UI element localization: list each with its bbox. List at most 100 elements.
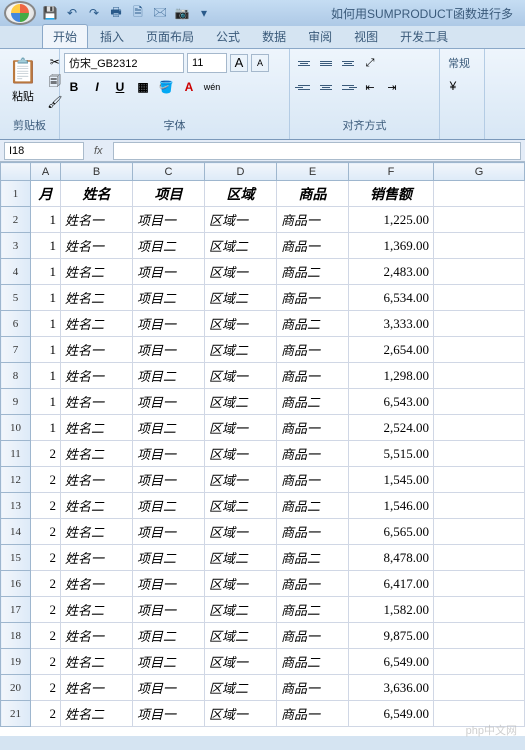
cell[interactable]: 项目一 <box>133 207 205 233</box>
decrease-indent-icon[interactable]: ⇤ <box>360 77 380 97</box>
cell[interactable]: 商品二 <box>277 389 349 415</box>
row-header[interactable]: 15 <box>1 545 31 571</box>
cell[interactable] <box>434 285 525 311</box>
column-header-F[interactable]: F <box>349 163 434 181</box>
cell[interactable]: 2 <box>31 649 61 675</box>
cell[interactable]: 区域一 <box>205 467 277 493</box>
align-right-icon[interactable] <box>338 77 358 97</box>
cell[interactable]: 2,483.00 <box>349 259 434 285</box>
cell[interactable]: 姓名一 <box>61 389 133 415</box>
cell[interactable]: 姓名二 <box>61 519 133 545</box>
undo-icon[interactable]: ↶ <box>64 5 80 21</box>
row-header[interactable]: 19 <box>1 649 31 675</box>
cell[interactable]: 姓名一 <box>61 571 133 597</box>
cell[interactable]: 1 <box>31 389 61 415</box>
cell[interactable]: 2 <box>31 467 61 493</box>
cell[interactable]: 姓名二 <box>61 311 133 337</box>
cell[interactable]: 2 <box>31 519 61 545</box>
cell[interactable]: 项目二 <box>133 545 205 571</box>
cell[interactable]: 姓名二 <box>61 415 133 441</box>
row-header[interactable]: 13 <box>1 493 31 519</box>
cell[interactable]: 月 <box>31 181 61 207</box>
cell[interactable]: 商品一 <box>277 571 349 597</box>
cell[interactable] <box>434 467 525 493</box>
cell[interactable]: 商品二 <box>277 545 349 571</box>
cell[interactable]: 区域一 <box>205 363 277 389</box>
cell[interactable]: 项目一 <box>133 337 205 363</box>
row-header[interactable]: 20 <box>1 675 31 701</box>
row-header[interactable]: 4 <box>1 259 31 285</box>
cell[interactable]: 姓名一 <box>61 233 133 259</box>
cell[interactable]: 1 <box>31 415 61 441</box>
cell[interactable]: 项目一 <box>133 259 205 285</box>
cell[interactable]: 商品一 <box>277 233 349 259</box>
cell[interactable]: 商品二 <box>277 597 349 623</box>
cell[interactable] <box>434 207 525 233</box>
cell[interactable] <box>434 597 525 623</box>
cell[interactable]: 商品一 <box>277 207 349 233</box>
cell[interactable]: 2 <box>31 545 61 571</box>
cell[interactable]: 商品一 <box>277 675 349 701</box>
formula-input[interactable] <box>113 142 521 160</box>
cell[interactable]: 区域一 <box>205 571 277 597</box>
align-left-icon[interactable] <box>294 77 314 97</box>
cell[interactable]: 1 <box>31 285 61 311</box>
cell[interactable]: 2 <box>31 623 61 649</box>
print-icon[interactable]: 🖶 <box>108 5 124 21</box>
cell[interactable]: 商品一 <box>277 441 349 467</box>
cell[interactable]: 6,549.00 <box>349 649 434 675</box>
cell[interactable]: 区域二 <box>205 337 277 363</box>
bold-button[interactable]: B <box>64 77 84 97</box>
row-header[interactable]: 7 <box>1 337 31 363</box>
cell[interactable]: 商品二 <box>277 311 349 337</box>
cell[interactable]: 6,534.00 <box>349 285 434 311</box>
font-color-button[interactable]: A <box>179 77 199 97</box>
orientation-icon[interactable]: ⤢ <box>360 53 380 73</box>
cell[interactable]: 5,515.00 <box>349 441 434 467</box>
cell[interactable]: 2 <box>31 441 61 467</box>
cell[interactable]: 姓名一 <box>61 467 133 493</box>
cell[interactable]: 区域一 <box>205 415 277 441</box>
row-header[interactable]: 14 <box>1 519 31 545</box>
column-header-B[interactable]: B <box>61 163 133 181</box>
border-button[interactable]: ▦ <box>133 77 153 97</box>
cell[interactable] <box>434 441 525 467</box>
cell[interactable]: 姓名一 <box>61 337 133 363</box>
cell[interactable]: 8,478.00 <box>349 545 434 571</box>
cell[interactable]: 项目 <box>133 181 205 207</box>
tab-开发工具[interactable]: 开发工具 <box>390 25 458 48</box>
fill-color-button[interactable]: 🪣 <box>156 77 176 97</box>
cell[interactable] <box>434 415 525 441</box>
cell[interactable]: 商品二 <box>277 493 349 519</box>
cell[interactable]: 区域一 <box>205 311 277 337</box>
cell[interactable]: 姓名一 <box>61 545 133 571</box>
cell[interactable]: 3,333.00 <box>349 311 434 337</box>
cell[interactable] <box>434 259 525 285</box>
cell[interactable]: 区域一 <box>205 441 277 467</box>
cell[interactable]: 商品一 <box>277 415 349 441</box>
currency-icon[interactable]: ¥ <box>444 77 462 95</box>
cell[interactable]: 1,546.00 <box>349 493 434 519</box>
cell[interactable] <box>434 623 525 649</box>
row-header[interactable]: 11 <box>1 441 31 467</box>
cell[interactable]: 姓名二 <box>61 649 133 675</box>
cell[interactable]: 项目一 <box>133 467 205 493</box>
fx-icon[interactable]: fx <box>88 145 109 157</box>
cell[interactable]: 项目一 <box>133 311 205 337</box>
row-header[interactable]: 5 <box>1 285 31 311</box>
tab-审阅[interactable]: 审阅 <box>298 25 342 48</box>
cell[interactable]: 姓名二 <box>61 285 133 311</box>
cell[interactable]: 姓名一 <box>61 207 133 233</box>
column-header-D[interactable]: D <box>205 163 277 181</box>
cell[interactable]: 区域二 <box>205 389 277 415</box>
cell[interactable]: 1,582.00 <box>349 597 434 623</box>
cell[interactable]: 2,524.00 <box>349 415 434 441</box>
align-top-icon[interactable] <box>294 53 314 73</box>
cell[interactable]: 区域一 <box>205 259 277 285</box>
cell[interactable]: 6,549.00 <box>349 701 434 727</box>
cell[interactable]: 9,875.00 <box>349 623 434 649</box>
column-header-E[interactable]: E <box>277 163 349 181</box>
row-header[interactable]: 16 <box>1 571 31 597</box>
cell[interactable]: 1 <box>31 363 61 389</box>
cell[interactable]: 1,225.00 <box>349 207 434 233</box>
